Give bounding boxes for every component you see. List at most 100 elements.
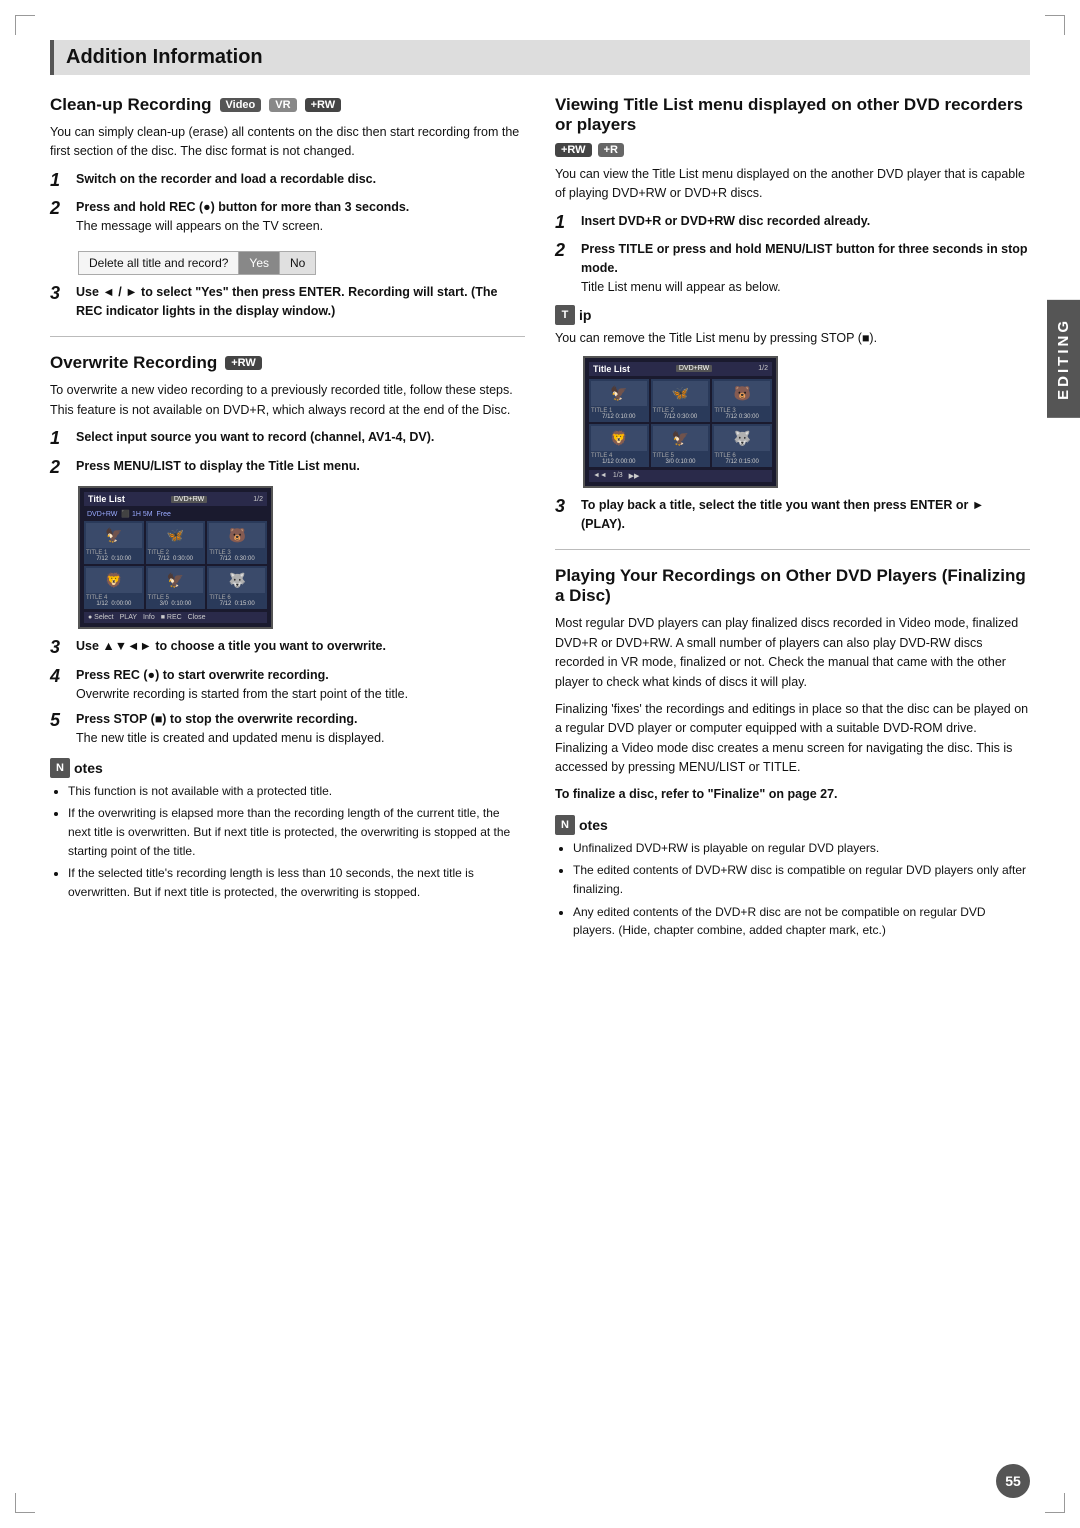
- notes-label: otes: [74, 760, 103, 776]
- note-item: This function is not available with a pr…: [68, 782, 525, 801]
- screen-cell-3: 🐻 TITLE 3 7/12 0:30:00: [712, 379, 772, 422]
- section-header: Addition Information: [50, 40, 1030, 75]
- overwrite-step-3-text: Use ▲▼◄► to choose a title you want to o…: [76, 637, 386, 659]
- thumb-3: 🐻: [714, 381, 770, 406]
- screen-cell-2: 🦋 TITLE 2 7/12 0:30:00: [146, 521, 206, 564]
- overwrite-step-3: 3 Use ▲▼◄► to choose a title you want to…: [50, 637, 525, 659]
- thumb-1: 🦅: [591, 381, 647, 406]
- note-item: Unfinalized DVD+RW is playable on regula…: [573, 839, 1030, 858]
- thumb-5: 🦅: [653, 426, 709, 451]
- notes-header: N otes: [50, 758, 525, 778]
- notes-icon: N: [555, 815, 575, 835]
- divider-right: [555, 549, 1030, 550]
- cleanup-badge-rw: +RW: [305, 98, 342, 112]
- step-number: 1: [50, 170, 68, 192]
- tip-header: T ip: [555, 305, 1030, 325]
- viewing-badge-rw: +RW: [555, 143, 592, 157]
- thumb-2: 🦋: [148, 523, 204, 548]
- screen-grid: 🦅 TITLE 1 7/12 0:10:00 🦋 TITLE 2 7/12 0:…: [84, 521, 267, 609]
- step-number: 3: [555, 496, 573, 534]
- note-item: Any edited contents of the DVD+R disc ar…: [573, 903, 1030, 940]
- screen-cell-1: 🦅 TITLE 1 7/12 0:10:00: [589, 379, 649, 422]
- overwrite-step-1: 1 Select input source you want to record…: [50, 428, 525, 450]
- overwrite-step-5: 5 Press STOP (■) to stop the overwrite r…: [50, 710, 525, 748]
- step-number: 1: [50, 428, 68, 450]
- divider: [50, 336, 525, 337]
- screen-cell-1: 🦅 TITLE 1 7/12 0:10:00: [84, 521, 144, 564]
- playing-intro2: Finalizing 'fixes' the recordings and ed…: [555, 700, 1030, 778]
- thumb-3: 🐻: [209, 523, 265, 548]
- thumb-5: 🦅: [148, 568, 204, 593]
- note-item: If the overwriting is elapsed more than …: [68, 804, 525, 860]
- playing-notes: N otes Unfinalized DVD+RW is playable on…: [555, 815, 1030, 940]
- screen-title: Title List: [593, 364, 630, 374]
- overwrite-badge-rw: +RW: [225, 356, 262, 370]
- cleanup-intro: You can simply clean-up (erase) all cont…: [50, 123, 525, 162]
- overwrite-step-2: 2 Press MENU/LIST to display the Title L…: [50, 457, 525, 479]
- step-number: 3: [50, 283, 68, 321]
- step-number: 5: [50, 710, 68, 748]
- overwrite-step-5-text: Press STOP (■) to stop the overwrite rec…: [76, 710, 385, 748]
- cleanup-badge-vr: VR: [269, 98, 296, 112]
- cleanup-step-2-text: Press and hold REC (●) button for more t…: [76, 198, 409, 236]
- screen-cell-4: 🦁 TITLE 4 1/12 0:00:00: [589, 424, 649, 467]
- overwrite-notes-list: This function is not available with a pr…: [50, 782, 525, 902]
- viewing-step-1: 1 Insert DVD+R or DVD+RW disc recorded a…: [555, 212, 1030, 234]
- right-column: Viewing Title List menu displayed on oth…: [555, 95, 1030, 950]
- cleanup-step-3-text: Use ◄ / ► to select "Yes" then press ENT…: [76, 283, 525, 321]
- overwrite-step-1-text: Select input source you want to record (…: [76, 428, 434, 450]
- cleanup-badge-video: Video: [220, 98, 262, 112]
- screen-cell-6: 🐺 TITLE 6 7/12 0:15:00: [207, 566, 267, 609]
- screen-info: DVD+RW ⬛ 1H 5M Free: [84, 509, 267, 519]
- cleanup-dialog: Delete all title and record? Yes No: [78, 251, 316, 275]
- viewing-title-block: Viewing Title List menu displayed on oth…: [555, 95, 1030, 135]
- thumb-4: 🦁: [591, 426, 647, 451]
- dialog-question: Delete all title and record?: [79, 252, 239, 274]
- playing-intro1: Most regular DVD players can play finali…: [555, 614, 1030, 692]
- overwrite-step-4: 4 Press REC (●) to start overwrite recor…: [50, 666, 525, 704]
- cleanup-step-2: 2 Press and hold REC (●) button for more…: [50, 198, 525, 236]
- thumb-1: 🦅: [86, 523, 142, 548]
- thumb-6: 🐺: [714, 426, 770, 451]
- cleanup-step-1: 1 Switch on the recorder and load a reco…: [50, 170, 525, 192]
- viewing-step-2: 2 Press TITLE or press and hold MENU/LIS…: [555, 240, 1030, 296]
- screen-cell-4: 🦁 TITLE 4 1/12 0:00:00: [84, 566, 144, 609]
- thumb-4: 🦁: [86, 568, 142, 593]
- tip-label: ip: [579, 307, 591, 323]
- playing-finalize-note: To finalize a disc, refer to "Finalize" …: [555, 785, 1030, 804]
- step-number: 1: [555, 212, 573, 234]
- tip-box: T ip You can remove the Title List menu …: [555, 305, 1030, 348]
- cleanup-title-block: Clean-up Recording Video VR +RW: [50, 95, 525, 115]
- screen-cell-5: 🦅 TITLE 5 3/0 0:10:00: [651, 424, 711, 467]
- viewing-step-3: 3 To play back a title, select the title…: [555, 496, 1030, 534]
- notes-header: N otes: [555, 815, 1030, 835]
- screen-grid: 🦅 TITLE 1 7/12 0:10:00 🦋 TITLE 2 7/12 0:…: [589, 379, 772, 467]
- screen-footer: ● Select PLAY Info ■ REC Close: [84, 612, 267, 623]
- viewing-intro: You can view the Title List menu display…: [555, 165, 1030, 204]
- note-item: The edited contents of DVD+RW disc is co…: [573, 861, 1030, 898]
- tip-text: You can remove the Title List menu by pr…: [555, 329, 1030, 348]
- screen-footer: ◄◄ 1/3 ▶▶: [589, 470, 772, 482]
- notes-label: otes: [579, 817, 608, 833]
- screen-cell-6: 🐺 TITLE 6 7/12 0:15:00: [712, 424, 772, 467]
- overwrite-step-2-text: Press MENU/LIST to display the Title Lis…: [76, 457, 360, 479]
- viewing-title: Viewing Title List menu displayed on oth…: [555, 95, 1030, 135]
- note-item: If the selected title's recording length…: [68, 864, 525, 901]
- screen-badge: DVD+RW: [676, 365, 712, 372]
- screen-badge: DVD+RW: [171, 496, 207, 503]
- overwrite-title: Overwrite Recording: [50, 353, 217, 373]
- dialog-yes: Yes: [239, 252, 280, 274]
- viewing-step-1-text: Insert DVD+R or DVD+RW disc recorded alr…: [581, 212, 870, 234]
- tip-icon: T: [555, 305, 575, 325]
- screen-cell-3: 🐻 TITLE 3 7/12 0:30:00: [207, 521, 267, 564]
- viewing-badges: +RW +R: [555, 143, 1030, 157]
- cleanup-step-1-text: Switch on the recorder and load a record…: [76, 170, 376, 192]
- step-number: 2: [50, 457, 68, 479]
- step-number: 2: [555, 240, 573, 296]
- playing-notes-list: Unfinalized DVD+RW is playable on regula…: [555, 839, 1030, 940]
- screen-cell-5: 🦅 TITLE 5 3/0 0:10:00: [146, 566, 206, 609]
- thumb-2: 🦋: [653, 381, 709, 406]
- screen-page: 1/2: [758, 365, 768, 372]
- screen-cell-2: 🦋 TITLE 2 7/12 0:30:00: [651, 379, 711, 422]
- thumb-6: 🐺: [209, 568, 265, 593]
